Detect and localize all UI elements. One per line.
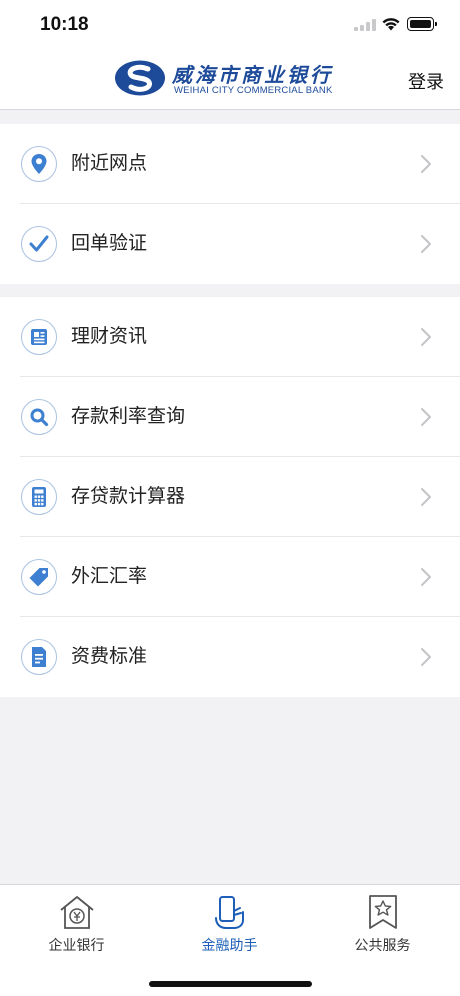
menu-item-label: 理财资讯 xyxy=(71,326,148,347)
menu-section-2: 理财资讯 存款利率查询 存贷款计算器 外汇汇率 资费标准 xyxy=(0,297,460,697)
menu-item-loan-calculator[interactable]: 存贷款计算器 xyxy=(0,457,460,537)
chevron-right-icon xyxy=(421,235,431,253)
menu-item-fee-standards[interactable]: 资费标准 xyxy=(0,617,460,697)
status-bar: 10:18 xyxy=(0,0,460,50)
price-tag-icon xyxy=(21,559,57,595)
status-time: 10:18 xyxy=(40,14,89,35)
chevron-right-icon xyxy=(421,328,431,346)
tab-financial-assistant[interactable]: 金融助手 xyxy=(153,885,306,961)
login-button[interactable]: 登录 xyxy=(408,68,444,94)
tab-label: 公共服务 xyxy=(354,937,411,953)
menu-item-label: 存款利率查询 xyxy=(71,406,186,427)
nav-bar: 威海市商业银行 WEIHAI CITY COMMERCIAL BANK 登录 xyxy=(0,50,460,110)
tab-enterprise-banking[interactable]: 企业银行 xyxy=(0,885,153,961)
menu-item-wealth-news[interactable]: 理财资讯 xyxy=(0,297,460,377)
menu-section-1: 附近网点 回单验证 xyxy=(0,124,460,284)
phone-hand-icon xyxy=(214,896,244,929)
calculator-icon xyxy=(21,479,57,515)
home-indicator xyxy=(149,981,312,987)
tab-bar: 企业银行 金融助手 公共服务 xyxy=(0,884,460,996)
checkmark-icon xyxy=(21,226,57,262)
menu-item-label: 存贷款计算器 xyxy=(71,486,186,507)
document-icon xyxy=(21,639,57,675)
tab-label: 金融助手 xyxy=(201,937,258,953)
bank-name-en: WEIHAI CITY COMMERCIAL BANK xyxy=(174,85,333,96)
wifi-icon xyxy=(382,18,400,31)
menu-item-label: 附近网点 xyxy=(71,153,148,174)
menu-item-label: 资费标准 xyxy=(71,646,148,667)
star-bookmark-icon xyxy=(368,895,397,929)
location-pin-icon xyxy=(21,146,57,182)
menu-item-label: 外汇汇率 xyxy=(71,566,148,587)
menu-item-forex-rates[interactable]: 外汇汇率 xyxy=(0,537,460,617)
chevron-right-icon xyxy=(421,568,431,586)
search-icon xyxy=(21,399,57,435)
chevron-right-icon xyxy=(421,408,431,426)
tab-public-services[interactable]: 公共服务 xyxy=(306,885,459,961)
menu-item-nearby-branches[interactable]: 附近网点 xyxy=(0,124,460,204)
menu-item-label: 回单验证 xyxy=(71,233,148,254)
chevron-right-icon xyxy=(421,155,431,173)
tab-label: 企业银行 xyxy=(48,937,105,953)
bank-logo: 威海市商业银行 WEIHAI CITY COMMERCIAL BANK xyxy=(114,59,354,101)
newspaper-icon xyxy=(21,319,57,355)
cellular-signal-icon xyxy=(354,19,376,31)
bank-house-icon xyxy=(59,896,94,929)
chevron-right-icon xyxy=(421,648,431,666)
chevron-right-icon xyxy=(421,488,431,506)
menu-item-receipt-verification[interactable]: 回单验证 xyxy=(0,204,460,284)
menu-item-deposit-rate-query[interactable]: 存款利率查询 xyxy=(0,377,460,457)
bank-logo-mark-icon xyxy=(115,60,165,96)
battery-icon xyxy=(407,17,437,31)
bank-name-cn: 威海市商业银行 xyxy=(172,63,333,87)
